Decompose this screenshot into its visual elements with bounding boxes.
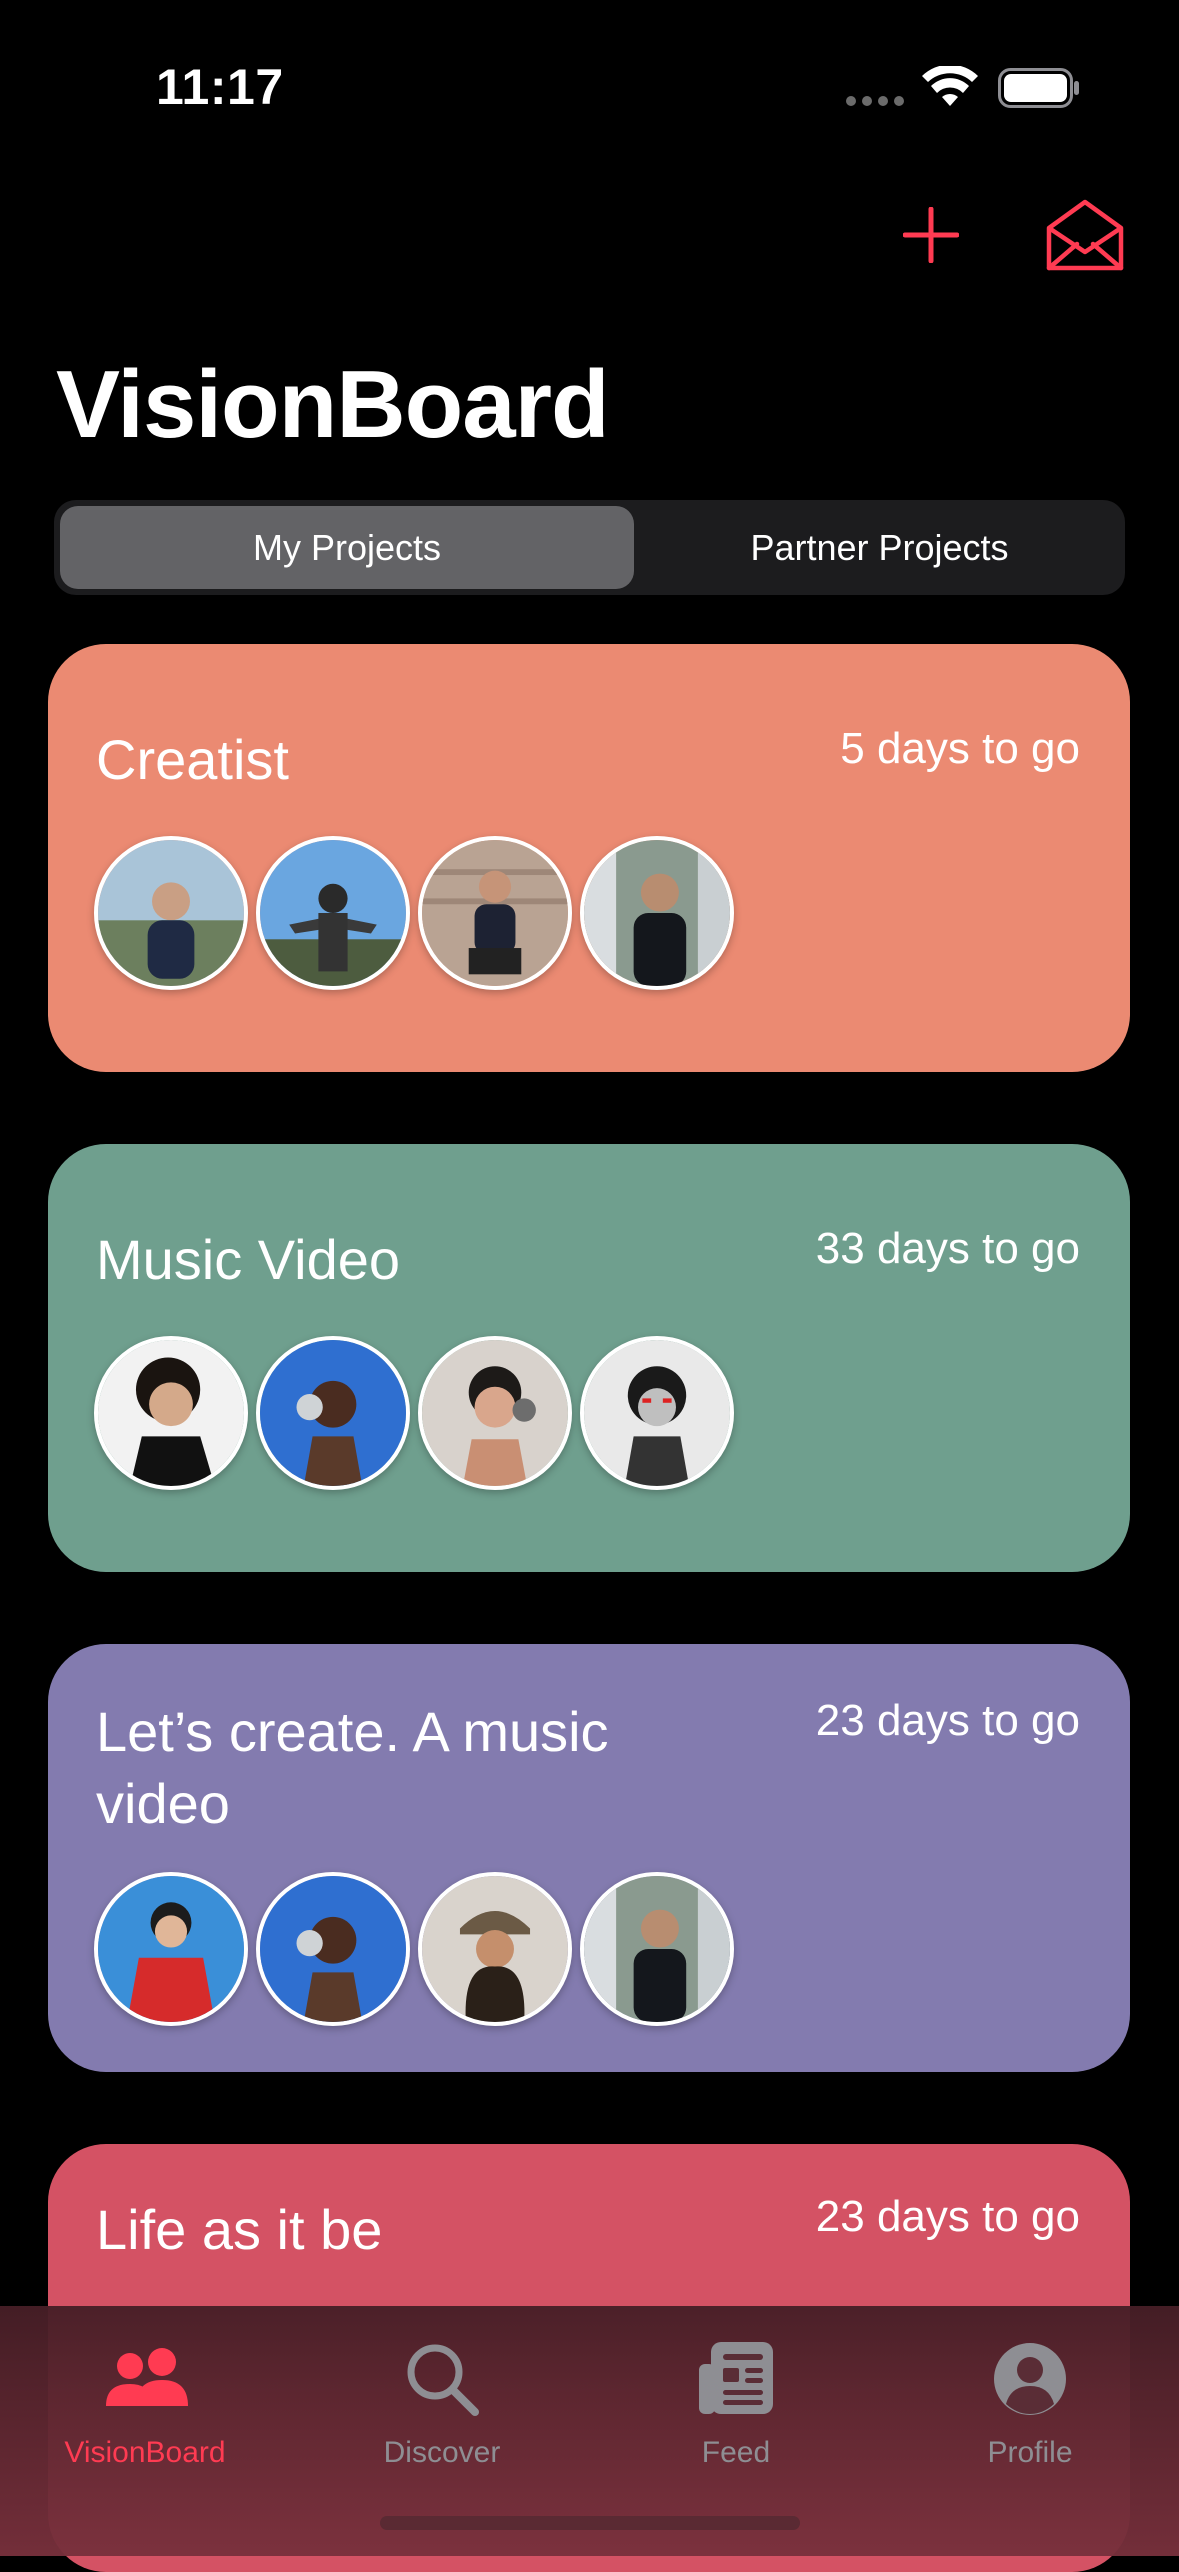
card-countdown: 5 days to go	[840, 724, 1080, 773]
card-title: Let’s create. A music video	[96, 1700, 609, 1835]
plus-icon	[903, 207, 959, 263]
avatar[interactable]	[94, 1336, 248, 1490]
tab-visionboard[interactable]: VisionBoard	[45, 2326, 245, 2496]
card-countdown: 23 days to go	[815, 1696, 1080, 1745]
page-title: VisionBoard	[56, 351, 610, 458]
home-indicator	[380, 2516, 800, 2530]
project-segmented-control: My Projects Partner Projects	[54, 500, 1125, 595]
avatar[interactable]	[580, 1872, 734, 2026]
avatar[interactable]	[256, 836, 410, 990]
avatar[interactable]	[256, 1336, 410, 1490]
avatar[interactable]	[418, 1872, 572, 2026]
person-circle-icon	[994, 2343, 1066, 2415]
cellular-signal-icon	[846, 96, 904, 108]
search-icon	[407, 2344, 479, 2416]
inbox-button[interactable]	[1040, 190, 1130, 280]
card-countdown: 23 days to go	[815, 2192, 1080, 2241]
avatar[interactable]	[418, 836, 572, 990]
battery-icon	[998, 68, 1079, 108]
status-bar: 11:17	[0, 0, 1179, 150]
status-time: 11:17	[156, 59, 284, 115]
tab-label: Profile	[987, 2436, 1073, 2469]
tab-label: Discover	[383, 2436, 501, 2469]
tab-label: Feed	[701, 2436, 771, 2469]
newspaper-icon	[699, 2342, 773, 2414]
card-title: Life as it be	[96, 2198, 383, 2261]
avatar-group	[94, 836, 734, 990]
wifi-icon	[922, 66, 978, 106]
avatar[interactable]	[580, 1336, 734, 1490]
tab-profile[interactable]: Profile	[930, 2326, 1130, 2496]
card-title: Music Video	[96, 1228, 401, 1291]
tab-label: VisionBoard	[64, 2436, 226, 2469]
tab-discover[interactable]: Discover	[342, 2326, 542, 2496]
avatar-group	[94, 1872, 734, 2026]
envelope-open-icon	[1046, 199, 1124, 271]
avatar[interactable]	[94, 836, 248, 990]
tab-feed[interactable]: Feed	[636, 2326, 836, 2496]
project-card-lets-create[interactable]: Let’s create. A music video 23 days to g…	[48, 1644, 1130, 2072]
avatar[interactable]	[580, 836, 734, 990]
card-countdown: 33 days to go	[815, 1224, 1080, 1273]
project-card-music-video[interactable]: Music Video 33 days to go	[48, 1144, 1130, 1572]
avatar-group	[94, 1336, 734, 1490]
card-title: Creatist	[96, 728, 289, 791]
avatar[interactable]	[418, 1336, 572, 1490]
avatar[interactable]	[94, 1872, 248, 2026]
add-button[interactable]	[886, 190, 976, 280]
tab-my-projects[interactable]: My Projects	[60, 506, 634, 589]
tab-partner-projects[interactable]: Partner Projects	[640, 506, 1119, 589]
top-actions	[0, 190, 1179, 280]
project-card-creatist[interactable]: Creatist 5 days to go	[48, 644, 1130, 1072]
avatar[interactable]	[256, 1872, 410, 2026]
people-icon	[106, 2348, 188, 2406]
